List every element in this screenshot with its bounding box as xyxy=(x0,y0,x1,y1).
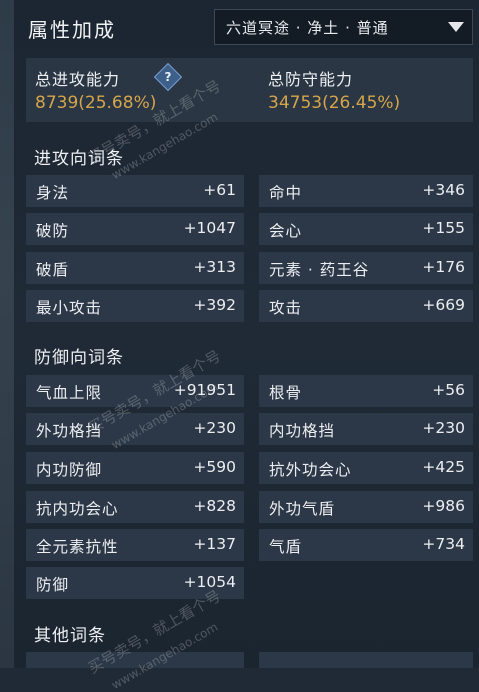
total-attack-label: 总进攻能力 xyxy=(35,70,121,89)
stat-cell: 最小攻击 +392 xyxy=(26,290,244,322)
stat-cell: 防御 +1054 xyxy=(26,567,244,599)
stat-cell: 内功格挡 +230 xyxy=(259,413,473,445)
attribute-bonus-panel: 属性加成 六道冥途 · 净土 · 普通 总进攻能力 ? 8739(25.68%)… xyxy=(14,0,479,692)
stat-label: 内功格挡 xyxy=(269,422,336,440)
other-section-title: 其他词条 xyxy=(34,626,106,646)
stat-label: 元素 · 药王谷 xyxy=(269,261,370,279)
stat-cell: 抗外功会心 +425 xyxy=(259,452,473,484)
stat-cell-partial xyxy=(259,652,473,668)
stat-label: 抗内功会心 xyxy=(36,500,119,518)
stat-value: +230 xyxy=(422,419,465,437)
total-attack-value: 8739(25.68%) xyxy=(35,93,157,113)
stat-cell: 根骨 +56 xyxy=(259,375,473,407)
totals-box: 总进攻能力 ? 8739(25.68%) 总防守能力 34753(26.45%) xyxy=(26,58,473,122)
attack-section-title: 进攻向词条 xyxy=(34,149,124,169)
help-icon[interactable]: ? xyxy=(153,62,183,92)
stat-cell: 外功格挡 +230 xyxy=(26,413,244,445)
stat-label: 破防 xyxy=(36,222,70,240)
stat-value: +137 xyxy=(193,535,236,553)
stat-label: 攻击 xyxy=(269,299,303,317)
stat-label: 破盾 xyxy=(36,261,70,279)
stat-cell-partial xyxy=(26,652,244,668)
stat-label: 外功气盾 xyxy=(269,500,336,518)
stat-cell: 破防 +1047 xyxy=(26,213,244,245)
stat-value: +155 xyxy=(422,219,465,237)
stat-label: 内功防御 xyxy=(36,461,103,479)
stat-cell: 抗内功会心 +828 xyxy=(26,491,244,523)
stat-label: 气血上限 xyxy=(36,384,103,402)
stat-value: +392 xyxy=(193,296,236,314)
stat-cell: 会心 +155 xyxy=(259,213,473,245)
stat-value: +425 xyxy=(422,458,465,476)
chevron-down-icon xyxy=(448,22,464,32)
stat-value: +986 xyxy=(422,497,465,515)
stat-value: +176 xyxy=(422,258,465,276)
stat-cell: 身法 +61 xyxy=(26,175,244,207)
stat-cell: 元素 · 药王谷 +176 xyxy=(259,252,473,284)
stat-cell: 攻击 +669 xyxy=(259,290,473,322)
stat-value: +828 xyxy=(193,497,236,515)
stat-value: +590 xyxy=(193,458,236,476)
stat-cell: 外功气盾 +986 xyxy=(259,491,473,523)
stat-label: 最小攻击 xyxy=(36,299,103,317)
stat-cell: 内功防御 +590 xyxy=(26,452,244,484)
dungeon-select-dropdown[interactable]: 六道冥途 · 净土 · 普通 xyxy=(214,9,473,45)
stat-value: +91951 xyxy=(173,381,236,399)
defense-section-title: 防御向词条 xyxy=(34,348,124,368)
panel-header: 属性加成 六道冥途 · 净土 · 普通 xyxy=(14,0,479,56)
stat-label: 防御 xyxy=(36,576,70,594)
stat-cell: 全元素抗性 +137 xyxy=(26,529,244,561)
total-defense-label: 总防守能力 xyxy=(268,70,354,89)
stat-cell: 破盾 +313 xyxy=(26,252,244,284)
dropdown-selected-value: 六道冥途 · 净土 · 普通 xyxy=(226,18,389,37)
stat-value: +1047 xyxy=(183,219,236,237)
stat-label: 身法 xyxy=(36,184,70,202)
stat-label: 全元素抗性 xyxy=(36,538,119,556)
stat-label: 会心 xyxy=(269,222,303,240)
stat-cell: 命中 +346 xyxy=(259,175,473,207)
stat-cell: 气盾 +734 xyxy=(259,529,473,561)
stat-label: 气盾 xyxy=(269,538,303,556)
stat-value: +1054 xyxy=(183,573,236,591)
panel-title: 属性加成 xyxy=(28,18,116,42)
stat-value: +313 xyxy=(193,258,236,276)
total-defense-value: 34753(26.45%) xyxy=(268,93,401,113)
stat-label: 外功格挡 xyxy=(36,422,103,440)
stat-cell: 气血上限 +91951 xyxy=(26,375,244,407)
stat-value: +56 xyxy=(432,381,465,399)
stat-value: +734 xyxy=(422,535,465,553)
stat-value: +346 xyxy=(422,181,465,199)
stat-label: 抗外功会心 xyxy=(269,461,352,479)
stat-value: +230 xyxy=(193,419,236,437)
stat-label: 根骨 xyxy=(269,384,303,402)
stat-value: +61 xyxy=(203,181,236,199)
stat-value: +669 xyxy=(422,296,465,314)
stat-label: 命中 xyxy=(269,184,303,202)
